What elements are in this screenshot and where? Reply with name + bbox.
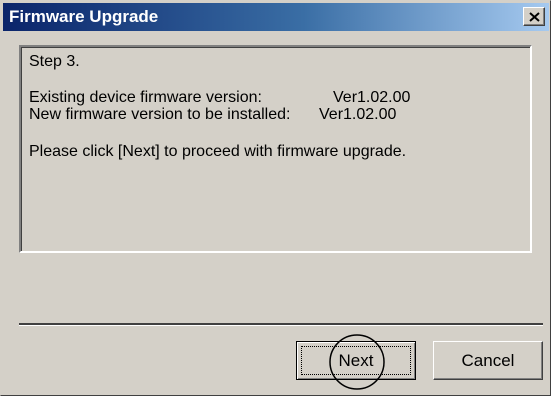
instruction-text: Please click [Next] to proceed with firm… bbox=[29, 143, 407, 160]
info-panel: Step 3. Existing device firmware version… bbox=[19, 45, 532, 253]
next-button[interactable]: Next bbox=[296, 341, 416, 380]
existing-version-label: Existing device firmware version: bbox=[29, 89, 262, 106]
cancel-button[interactable]: Cancel bbox=[433, 341, 543, 380]
firmware-upgrade-dialog: Firmware Upgrade Step 3. Existing device… bbox=[0, 0, 551, 396]
cancel-button-label: Cancel bbox=[461, 351, 515, 370]
separator-line bbox=[19, 323, 543, 326]
new-version-value: Ver1.02.00 bbox=[319, 106, 397, 123]
close-button[interactable] bbox=[523, 7, 545, 26]
close-icon bbox=[529, 12, 540, 22]
title-bar[interactable]: Firmware Upgrade bbox=[3, 3, 549, 31]
step-label: Step 3. bbox=[29, 53, 80, 70]
window-title: Firmware Upgrade bbox=[9, 7, 159, 26]
next-button-label: Next bbox=[338, 351, 374, 370]
existing-version-value: Ver1.02.00 bbox=[333, 89, 411, 106]
new-version-label: New firmware version to be installed: bbox=[29, 106, 291, 123]
